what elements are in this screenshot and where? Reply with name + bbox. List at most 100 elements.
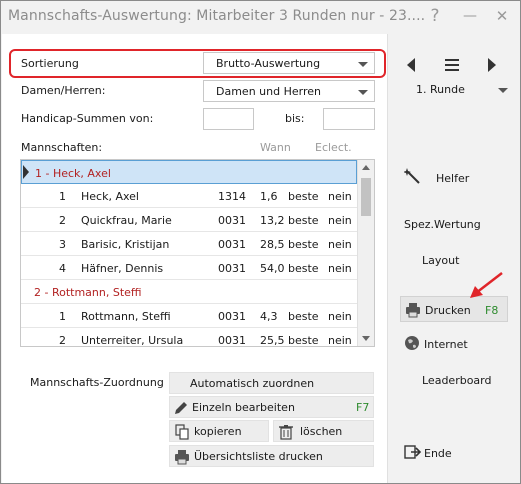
row-wann: beste [288,238,319,251]
scroll-up-icon[interactable] [362,165,370,170]
gender-select-value: Damen und Herren [216,85,321,98]
assignment-label: Mannschafts-Zuordnung [30,376,164,389]
special-scoring-button[interactable]: Spez.Wertung [404,218,481,231]
table-row[interactable]: 1 Rottmann, Steffi 0031 4,3 beste nein [21,304,357,328]
scroll-down-icon[interactable] [362,336,370,341]
print-hotkey: F8 [485,304,499,317]
helper-label: Helfer [436,172,470,185]
row-position: 2 [59,334,66,347]
copy-button[interactable]: kopieren [169,420,269,442]
edit-individually-label: Einzeln bearbeiten [192,401,295,414]
sort-select[interactable]: Brutto-Auswertung [203,52,375,74]
edit-hotkey: F7 [356,401,370,414]
teams-list: 1 - Heck, Axel 1 Heck, Axel 1314 1,6 bes… [20,159,375,347]
handicap-from-input[interactable] [203,108,254,130]
arrow-right-icon[interactable] [485,57,499,73]
handicap-to-input[interactable] [323,108,375,130]
row-id: 0031 [218,214,246,227]
globe-icon [405,336,419,350]
column-header-eclect: Eclect. [315,141,352,154]
table-row[interactable]: 4 Häfner, Dennis 0031 54,0 beste nein [21,256,357,280]
print-label: Drucken [425,304,471,317]
row-position: 1 [59,310,66,323]
edit-individually-button[interactable]: Einzeln bearbeiten F7 [169,396,374,418]
sidebar: 1. Runde Helfer Spez.Wertung Layout Druc… [387,34,520,483]
close-button[interactable]: ✕ [491,5,513,27]
handicap-label: Handicap-Summen von: [21,112,154,125]
row-id: 0031 [218,262,246,275]
table-row[interactable]: 1 Heck, Axel 1314 1,6 beste nein [21,184,357,208]
pencil-icon [175,402,187,414]
round-select-value: 1. Runde [416,83,465,96]
row-value: 54,0 [260,262,285,275]
helper-button[interactable]: Helfer [402,168,512,190]
gender-select[interactable]: Damen und Herren [203,80,375,102]
pointer-arrow-annotation [470,272,503,298]
delete-label: löschen [300,425,343,438]
row-eclect: nein [328,190,352,203]
row-eclect: nein [328,262,352,275]
row-value: 28,5 [260,238,285,251]
team-group-title: 2 - Rottmann, Steffi [34,286,142,299]
team-group-title: 1 - Heck, Axel [35,167,111,180]
help-button[interactable]: ? [424,5,446,27]
auto-assign-label: Automatisch zuordnen [190,377,315,390]
copy-label: kopieren [194,425,242,438]
table-row[interactable]: 2 Quickfrau, Marie 0031 13,2 beste nein [21,208,357,232]
row-player-name: Rottmann, Steffi [81,310,171,323]
row-value: 1,6 [260,190,278,203]
row-position: 1 [59,190,66,203]
sort-select-value: Brutto-Auswertung [216,57,321,70]
list-scrollbar[interactable] [357,160,374,346]
chevron-down-icon [498,88,508,93]
arrow-left-icon[interactable] [404,57,418,73]
row-wann: beste [288,214,319,227]
team-group-row[interactable]: 1 - Heck, Axel [21,160,357,184]
row-value: 25,5 [260,334,285,347]
layout-button[interactable]: Layout [422,254,459,267]
row-eclect: nein [328,214,352,227]
leaderboard-button[interactable]: Leaderboard [422,374,491,387]
printer-icon [175,450,189,465]
main-panel: Sortierung Brutto-Auswertung Damen/Herre… [2,34,387,483]
column-header-wann: Wann [260,141,291,154]
title-bar: Mannschafts-Auswertung: Mitarbeiter 3 Ru… [1,1,520,33]
round-select[interactable]: 1. Runde [402,79,508,101]
sort-label: Sortierung [21,57,79,70]
chevron-down-icon [358,62,368,67]
row-position: 4 [59,262,66,275]
exit-icon [404,445,422,459]
team-group-row[interactable]: 2 - Rottmann, Steffi [21,280,357,304]
team-evaluation-window: Mannschafts-Auswertung: Mitarbeiter 3 Ru… [0,0,521,484]
auto-assign-button[interactable]: Automatisch zuordnen [169,372,374,394]
exit-button[interactable]: Ende [402,443,482,465]
table-row[interactable]: 3 Barisic, Kristijan 0031 28,5 beste nei… [21,232,357,256]
row-id: 0031 [218,310,246,323]
handicap-to-label: bis: [285,112,305,125]
row-player-name: Häfner, Dennis [81,262,164,275]
table-row[interactable]: 2 Unterreiter, Ursula 0031 25,5 beste ne… [21,328,357,347]
row-eclect: nein [328,334,352,347]
minimize-button[interactable]: — [459,5,481,27]
row-id: 1314 [218,190,246,203]
row-value: 4,3 [260,310,278,323]
row-wann: beste [288,262,319,275]
row-id: 0031 [218,238,246,251]
scrollbar-thumb[interactable] [361,178,371,216]
exit-label: Ende [424,447,452,460]
row-position: 2 [59,214,66,227]
delete-button[interactable]: löschen [273,420,374,442]
row-player-name: Heck, Axel [81,190,139,203]
copy-icon [175,424,189,440]
window-title: Mannschafts-Auswertung: Mitarbeiter 3 Ru… [8,8,426,24]
internet-button[interactable]: Internet [402,334,502,356]
print-overview-button[interactable]: Übersichtsliste drucken [169,445,374,467]
row-player-name: Barisic, Kristijan [81,238,170,251]
row-wann: beste [288,310,319,323]
teams-label: Mannschaften: [21,141,103,154]
row-position: 3 [59,238,66,251]
menu-icon[interactable] [444,58,460,72]
printer-icon [406,303,420,318]
gender-label: Damen/Herren: [21,84,106,97]
chevron-down-icon [358,90,368,95]
